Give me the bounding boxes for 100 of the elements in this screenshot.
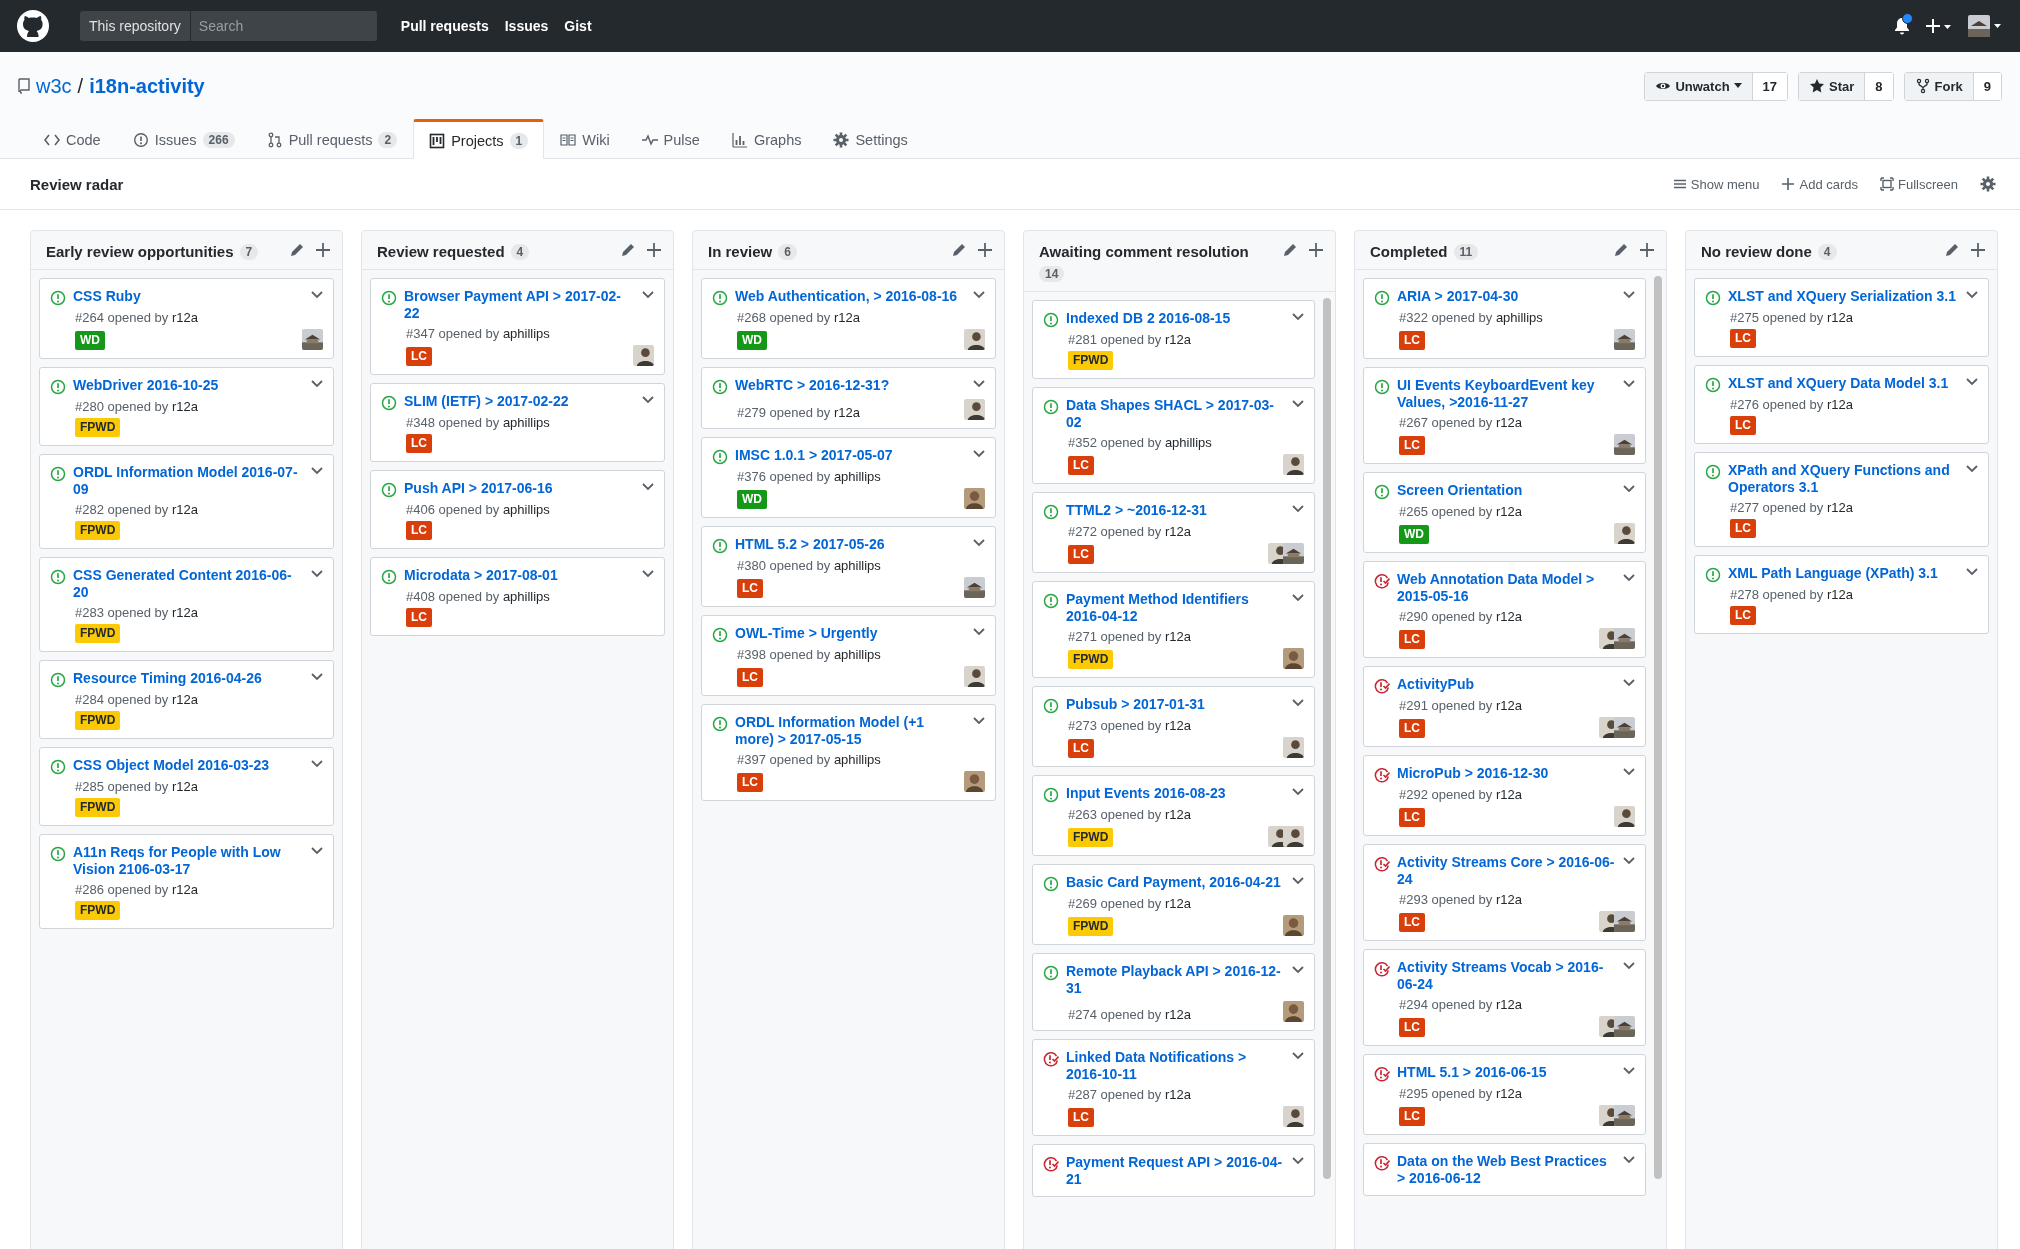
scrollbar[interactable] (1323, 298, 1331, 1179)
chevron-down-icon[interactable] (642, 569, 654, 579)
issue-title-link[interactable]: Activity Streams Vocab > 2016-06-24 (1397, 959, 1616, 993)
star-button[interactable]: Star (1799, 72, 1866, 100)
chevron-down-icon[interactable] (311, 846, 323, 856)
pencil-icon[interactable] (1614, 243, 1628, 257)
issue-title-link[interactable]: Web Annotation Data Model > 2015-05-16 (1397, 571, 1616, 605)
chevron-down-icon[interactable] (1623, 767, 1635, 777)
issue-card[interactable]: XLST and XQuery Serialization 3.1 #275 opened by r12a LC (1694, 278, 1989, 357)
issue-card[interactable]: Payment Request API > 2016-04-21 (1032, 1144, 1315, 1197)
issue-title-link[interactable]: A11n Reqs for People with Low Vision 2106-03-17 (73, 844, 304, 878)
issue-card[interactable]: Remote Playback API > 2016-12-31 #274 opened by r12a (1032, 953, 1315, 1031)
issue-card[interactable]: XPath and XQuery Functions and Operators 3.1 #277 opened by r12a LC (1694, 452, 1989, 547)
pencil-icon[interactable] (1283, 243, 1297, 257)
plus-icon[interactable] (647, 243, 661, 257)
chevron-down-icon[interactable] (311, 569, 323, 579)
chevron-down-icon[interactable] (311, 379, 323, 389)
octocat-logo[interactable] (16, 9, 50, 43)
issue-title-link[interactable]: XPath and XQuery Functions and Operators 3.1 (1728, 462, 1959, 496)
issue-card[interactable]: WebDriver 2016-10-25 #280 opened by r12a FPWD (39, 367, 334, 446)
chevron-down-icon[interactable] (1623, 961, 1635, 971)
issue-card[interactable]: Input Events 2016-08-23 #263 opened by r12a FPWD (1032, 775, 1315, 856)
issue-card[interactable]: ActivityPub #291 opened by r12a LC (1363, 666, 1646, 747)
issue-card[interactable]: Web Annotation Data Model > 2015-05-16 #290 opened by r12a LC (1363, 561, 1646, 658)
chevron-down-icon[interactable] (1966, 567, 1978, 577)
fork-button[interactable]: Fork (1904, 72, 1974, 100)
chevron-down-icon[interactable] (973, 379, 985, 389)
chevron-down-icon[interactable] (1292, 399, 1304, 409)
chevron-down-icon[interactable] (311, 466, 323, 476)
issue-card[interactable]: ORDL Information Model 2016-07-09 #282 opened by r12a FPWD (39, 454, 334, 549)
issue-title-link[interactable]: ARIA > 2017-04-30 (1397, 288, 1616, 305)
issue-title-link[interactable]: Indexed DB 2 2016-08-15 (1066, 310, 1285, 327)
owner-link[interactable]: w3c (36, 74, 72, 98)
issue-card[interactable]: Linked Data Notifications > 2016-10-11 #287 opened by r12a LC (1032, 1039, 1315, 1136)
issue-title-link[interactable]: TTML2 > ~2016-12-31 (1066, 502, 1285, 519)
chevron-down-icon[interactable] (1623, 1155, 1635, 1165)
chevron-down-icon[interactable] (1292, 965, 1304, 975)
issue-card[interactable]: XLST and XQuery Data Model 3.1 #276 opened by r12a LC (1694, 365, 1989, 444)
issue-title-link[interactable]: Basic Card Payment, 2016-04-21 (1066, 874, 1285, 891)
issue-title-link[interactable]: Input Events 2016-08-23 (1066, 785, 1285, 802)
chevron-down-icon[interactable] (642, 290, 654, 300)
plus-icon[interactable] (978, 243, 992, 257)
chevron-down-icon[interactable] (1292, 698, 1304, 708)
search-field[interactable]: Search (190, 11, 377, 41)
issue-title-link[interactable]: Remote Playback API > 2016-12-31 (1066, 963, 1285, 997)
chevron-down-icon[interactable] (642, 395, 654, 405)
issue-title-link[interactable]: ORDL Information Model 2016-07-09 (73, 464, 304, 498)
issue-card[interactable]: CSS Generated Content 2016-06-20 #283 opened by r12a FPWD (39, 557, 334, 652)
issue-title-link[interactable]: Microdata > 2017-08-01 (404, 567, 635, 584)
issue-card[interactable]: HTML 5.1 > 2016-06-15 #295 opened by r12a LC (1363, 1054, 1646, 1135)
chevron-down-icon[interactable] (1623, 856, 1635, 866)
tab[interactable]: Projects 1 (413, 119, 545, 159)
chevron-down-icon[interactable] (1292, 312, 1304, 322)
issue-title-link[interactable]: Browser Payment API > 2017-02-22 (404, 288, 635, 322)
chevron-down-icon[interactable] (311, 672, 323, 682)
repo-name-link[interactable]: i18n-activity (89, 74, 205, 98)
bell-icon[interactable] (1894, 17, 1910, 35)
count-label[interactable]: 8 (1865, 72, 1893, 100)
chevron-down-icon[interactable] (1292, 1051, 1304, 1061)
count-label[interactable]: 17 (1752, 72, 1788, 100)
chevron-down-icon[interactable] (1966, 377, 1978, 387)
chevron-down-icon[interactable] (973, 538, 985, 548)
issue-title-link[interactable]: Data on the Web Best Practices > 2016-06-12 (1397, 1153, 1616, 1187)
issue-title-link[interactable]: UI Events KeyboardEvent key Values, >2016-11-27 (1397, 377, 1616, 411)
plus-icon[interactable] (1971, 243, 1985, 257)
issue-title-link[interactable]: Screen Orientation (1397, 482, 1616, 499)
chevron-down-icon[interactable] (1292, 504, 1304, 514)
tab[interactable]: Wiki (544, 120, 626, 159)
issue-card[interactable]: Pubsub > 2017-01-31 #273 opened by r12a LC (1032, 686, 1315, 767)
issue-title-link[interactable]: XML Path Language (XPath) 3.1 (1728, 565, 1959, 582)
nav-link[interactable]: Gist (564, 18, 592, 34)
issue-card[interactable]: CSS Ruby #264 opened by r12a WD (39, 278, 334, 359)
issue-card[interactable]: MicroPub > 2016-12-30 #292 opened by r12a LC (1363, 755, 1646, 836)
issue-title-link[interactable]: Web Authentication, > 2016-08-16 (735, 288, 966, 305)
chevron-down-icon[interactable] (973, 716, 985, 726)
issue-card[interactable]: ORDL Information Model (+1 more) > 2017-05-15 #397 opened by aphillips LC (701, 704, 996, 801)
issue-title-link[interactable]: IMSC 1.0.1 > 2017-05-07 (735, 447, 966, 464)
issue-title-link[interactable]: CSS Ruby (73, 288, 304, 305)
nav-link[interactable]: Issues (504, 18, 549, 34)
issue-title-link[interactable]: Payment Method Identifiers 2016-04-12 (1066, 591, 1285, 625)
issue-card[interactable]: Web Authentication, > 2016-08-16 #268 opened by r12a WD (701, 278, 996, 359)
issue-title-link[interactable]: CSS Object Model 2016-03-23 (73, 757, 304, 774)
chevron-down-icon[interactable] (1623, 379, 1635, 389)
issue-card[interactable]: UI Events KeyboardEvent key Values, >2016-11-27 #267 opened by r12a LC (1363, 367, 1646, 464)
scrollbar[interactable] (1654, 276, 1662, 1179)
issue-title-link[interactable]: HTML 5.2 > 2017-05-26 (735, 536, 966, 553)
chevron-down-icon[interactable] (642, 482, 654, 492)
issue-card[interactable]: TTML2 > ~2016-12-31 #272 opened by r12a LC (1032, 492, 1315, 573)
issue-title-link[interactable]: Resource Timing 2016-04-26 (73, 670, 304, 687)
tab[interactable]: Issues 266 (116, 120, 251, 159)
issue-title-link[interactable]: XLST and XQuery Serialization 3.1 (1728, 288, 1959, 305)
issue-card[interactable]: Indexed DB 2 2016-08-15 #281 opened by r12a FPWD (1032, 300, 1315, 379)
avatar-dropdown-icon[interactable] (1968, 15, 2002, 37)
issue-title-link[interactable]: MicroPub > 2016-12-30 (1397, 765, 1616, 782)
issue-title-link[interactable]: HTML 5.1 > 2016-06-15 (1397, 1064, 1616, 1081)
issue-title-link[interactable]: ActivityPub (1397, 676, 1616, 693)
pencil-icon[interactable] (290, 243, 304, 257)
plus-dropdown-icon[interactable] (1926, 18, 1952, 34)
count-label[interactable]: 9 (1973, 72, 2001, 100)
chevron-down-icon[interactable] (1623, 573, 1635, 583)
